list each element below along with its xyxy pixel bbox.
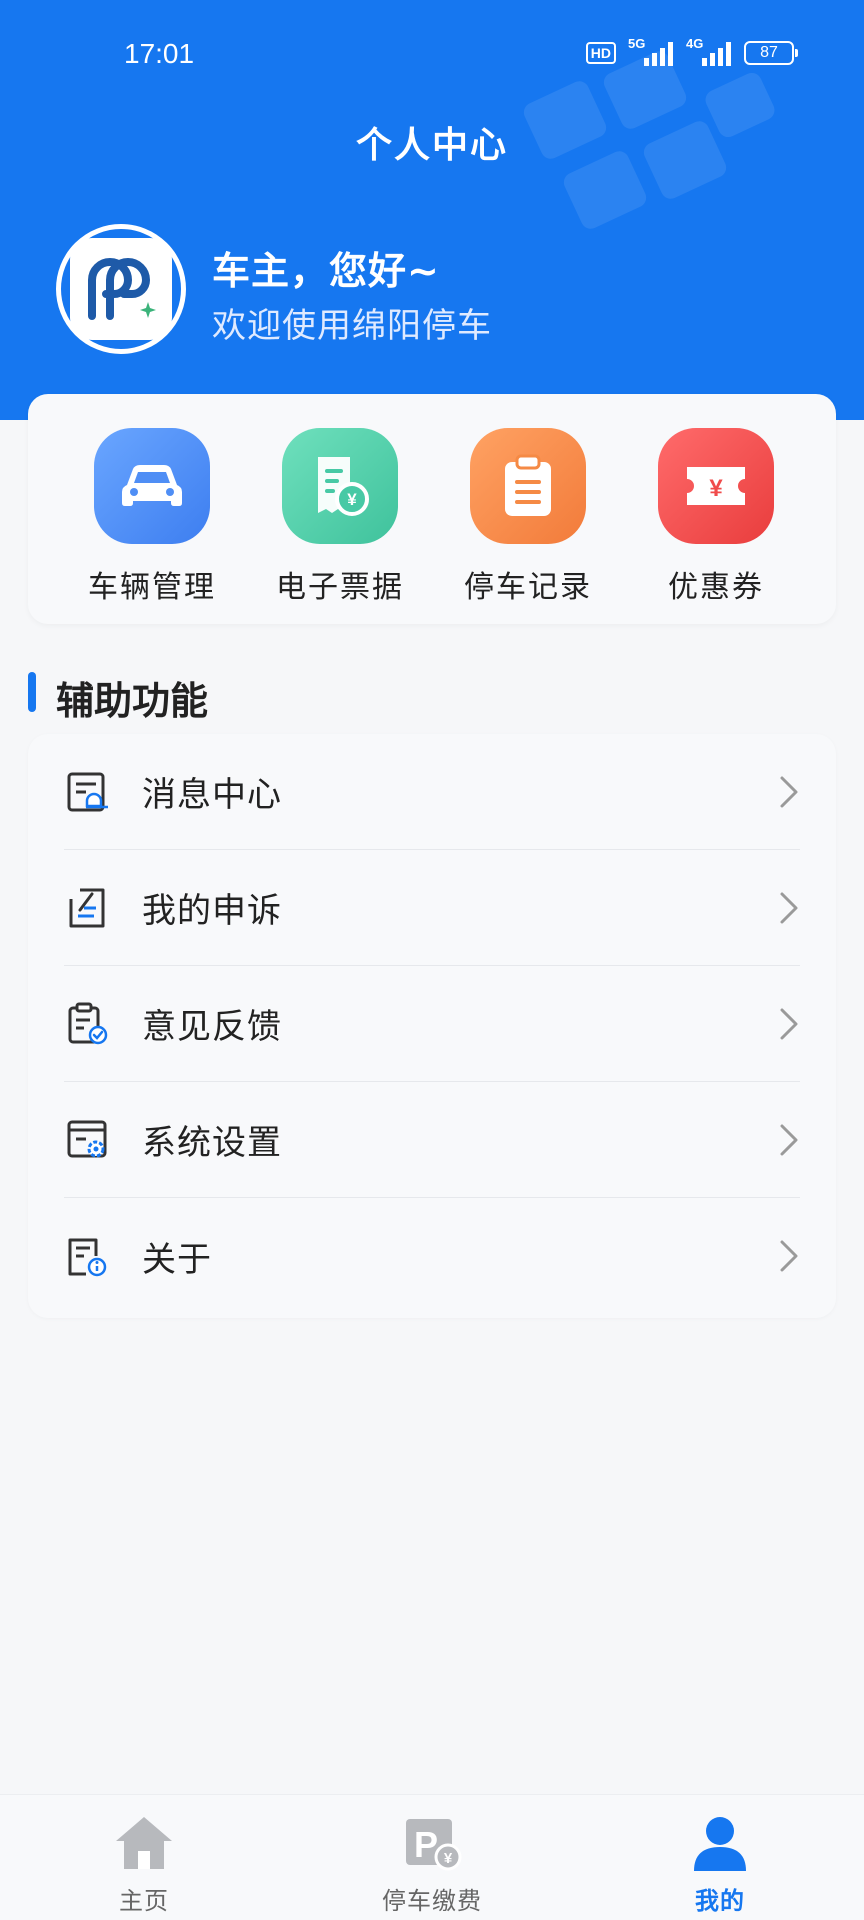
quick-action-label: 优惠券: [668, 570, 764, 605]
svg-text:¥: ¥: [709, 475, 723, 502]
signal-4g-icon: 4G: [686, 36, 732, 66]
receipt-icon: ¥: [282, 428, 398, 544]
chevron-right-icon: [780, 892, 798, 924]
app-logo: [70, 238, 172, 340]
about-icon: [68, 1238, 107, 1277]
greeting-text: 车主，您好~: [212, 249, 440, 293]
settings-icon: [67, 1120, 107, 1157]
quick-action-label: 车辆管理: [88, 570, 216, 605]
home-icon: [116, 1817, 172, 1869]
quick-actions-card: 车辆管理 ¥ 电子票据 停车记录 ¥ 优惠券: [28, 394, 836, 624]
menu-item-label: 关于: [142, 1239, 212, 1280]
welcome-text: 欢迎使用绵阳停车: [212, 306, 492, 346]
signal-5g-label: 5G: [628, 36, 646, 51]
status-icons: HD 5G 4G 87: [585, 36, 798, 66]
parking-pay-icon: P ¥: [406, 1819, 462, 1871]
car-icon: [94, 428, 210, 544]
profile-header: 17:01 HD 5G 4G 87 个人中心 车主，您好~ 欢迎使用绵阳停车: [0, 0, 864, 420]
menu-item-about[interactable]: 关于: [64, 1198, 800, 1314]
quick-action-label: 电子票据: [276, 570, 404, 605]
clipboard-icon: [470, 428, 586, 544]
bottom-tab-bar: 主页 P ¥ 停车缴费 我的: [0, 1794, 864, 1920]
quick-action-parking-records[interactable]: 停车记录: [438, 428, 618, 608]
chevron-right-icon: [780, 1240, 798, 1272]
menu-list: 消息中心 我的申诉 意见反馈 系统设置 关于: [28, 734, 836, 1318]
tab-mine[interactable]: 我的: [620, 1795, 820, 1920]
user-icon: [694, 1817, 746, 1871]
tab-label: 我的: [695, 1887, 745, 1915]
tab-home[interactable]: 主页: [44, 1795, 244, 1920]
menu-item-my-appeals[interactable]: 我的申诉: [64, 850, 800, 966]
quick-action-label: 停车记录: [464, 570, 592, 605]
menu-item-feedback[interactable]: 意见反馈: [64, 966, 800, 1082]
tab-parking-pay[interactable]: P ¥ 停车缴费: [332, 1795, 532, 1920]
coupon-icon: ¥: [658, 428, 774, 544]
tab-label: 停车缴费: [382, 1887, 482, 1915]
signal-5g-icon: 5G: [628, 36, 674, 66]
chevron-right-icon: [780, 1008, 798, 1040]
svg-text:¥: ¥: [444, 1850, 453, 1867]
menu-item-label: 意见反馈: [142, 1007, 282, 1047]
status-bar: 17:01 HD 5G 4G 87: [0, 0, 864, 110]
quick-action-e-receipt[interactable]: ¥ 电子票据: [250, 428, 430, 608]
menu-item-label: 消息中心: [142, 775, 282, 815]
quick-action-vehicle-management[interactable]: 车辆管理: [62, 428, 242, 608]
page-title: 个人中心: [355, 125, 508, 166]
battery-icon: 87: [744, 41, 798, 65]
section-accent-bar: [28, 672, 36, 712]
status-time: 17:01: [124, 38, 195, 69]
chevron-right-icon: [780, 1124, 798, 1156]
quick-action-coupons[interactable]: ¥ 优惠券: [626, 428, 806, 608]
message-bell-icon: [67, 772, 108, 811]
parking-logo-icon: [88, 258, 156, 320]
menu-item-system-settings[interactable]: 系统设置: [64, 1082, 800, 1198]
chevron-right-icon: [780, 776, 798, 808]
avatar[interactable]: [56, 224, 186, 354]
menu-item-label: 我的申诉: [142, 891, 282, 931]
svg-text:P: P: [414, 1824, 438, 1865]
menu-item-message-center[interactable]: 消息中心: [64, 734, 800, 850]
hd-voice-icon: HD: [585, 42, 616, 64]
menu-item-label: 系统设置: [142, 1123, 282, 1163]
tab-label: 主页: [119, 1887, 169, 1915]
signal-4g-label: 4G: [686, 36, 704, 51]
appeal-icon: [69, 888, 105, 927]
section-title: 辅助功能: [56, 679, 209, 723]
feedback-icon: [68, 1002, 108, 1044]
svg-text:¥: ¥: [347, 490, 357, 509]
